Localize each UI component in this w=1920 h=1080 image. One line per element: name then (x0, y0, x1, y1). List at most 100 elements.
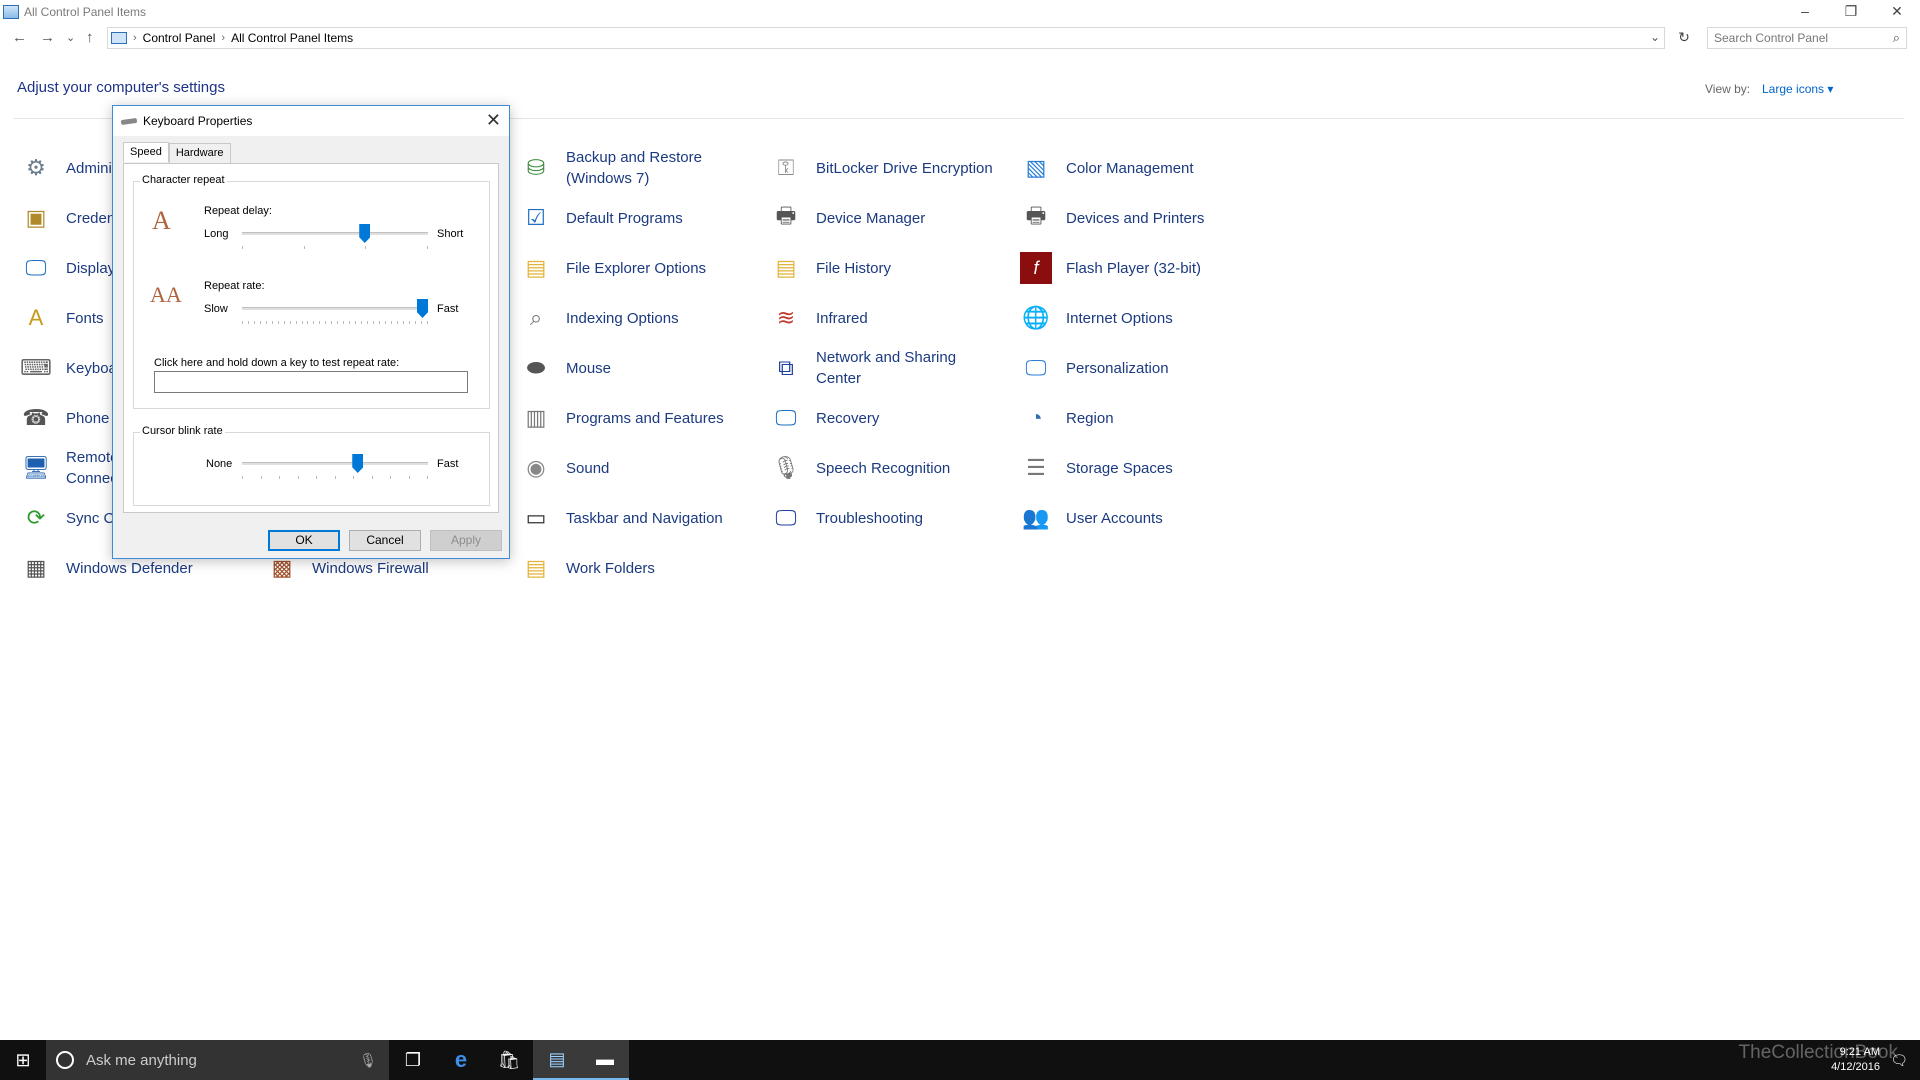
cp-item[interactable]: ◔ Region (1020, 398, 1113, 438)
color-management-icon: ▧ (1025, 155, 1047, 180)
apply-button[interactable]: Apply (430, 530, 502, 551)
slider-track (242, 232, 428, 235)
cp-item[interactable]: ▧ Color Management (1020, 148, 1194, 188)
repeat-delay-slider[interactable] (242, 224, 428, 249)
dialog-close-button[interactable]: ✕ (486, 110, 501, 131)
cp-item[interactable]: ▭ Taskbar and Navigation (520, 498, 723, 538)
back-button[interactable]: ← (12, 29, 27, 46)
store-icon[interactable]: 🛍 (485, 1040, 533, 1080)
credential-manager-icon: ▣ (25, 205, 47, 230)
test-repeat-input[interactable] (154, 371, 468, 393)
title-bar: All Control Panel Items – ❐ ✕ (0, 0, 1920, 24)
cp-item[interactable]: ⚿ BitLocker Drive Encryption (770, 148, 993, 188)
minimize-button[interactable]: – (1782, 0, 1828, 24)
cp-item-label: Color Management (1066, 159, 1194, 177)
cp-item[interactable]: ☰ Storage Spaces (1020, 448, 1173, 488)
cp-item[interactable]: ⟳ Sync C (20, 498, 115, 538)
sound-icon: ◉ (526, 455, 546, 480)
cp-item-label: Speech Recognition (816, 459, 951, 477)
slider-track (242, 307, 428, 310)
cp-item[interactable]: 🌐 Internet Options (1020, 298, 1172, 338)
cursor-blink-slider[interactable] (242, 454, 428, 479)
microphone-icon[interactable]: 🎙 (359, 1052, 377, 1069)
cp-item[interactable]: 🖵 Recovery (770, 398, 879, 438)
cp-item[interactable]: 🖵 Personalization (1020, 348, 1168, 388)
cp-item[interactable]: ☑ Default Programs (520, 198, 683, 238)
cp-item[interactable]: ▤ Work Folders (520, 548, 655, 588)
tab-hardware[interactable]: Hardware (168, 143, 231, 163)
display-icon: 🖵 (25, 255, 47, 280)
view-by-dropdown[interactable]: Large icons ▾ (1762, 82, 1833, 96)
keyboard-icon[interactable]: ▬ (581, 1040, 629, 1080)
breadcrumb-all-items[interactable]: All Control Panel Items (231, 31, 353, 45)
maximize-button[interactable]: ❐ (1828, 0, 1874, 24)
cp-item[interactable]: ⚙ Admini (20, 148, 112, 188)
cp-item[interactable]: 🖵 Troubleshooting (770, 498, 923, 538)
edge-icon[interactable]: e (437, 1040, 485, 1080)
cp-item[interactable]: ▥ Programs and Features (520, 398, 724, 438)
window-title: All Control Panel Items (24, 5, 147, 19)
cancel-button[interactable]: Cancel (349, 530, 421, 551)
dialog-title-bar: Keyboard Properties (113, 106, 509, 136)
address-bar[interactable]: › Control Panel › All Control Panel Item… (107, 27, 1665, 49)
control-panel-icon[interactable]: ▤ (533, 1040, 581, 1080)
cp-item[interactable]: ⌨ Keyboa (20, 348, 117, 388)
slider-thumb[interactable] (352, 454, 364, 473)
cp-item[interactable]: A Fonts (20, 298, 104, 338)
cp-item[interactable]: 🖥 Remote Connec (20, 448, 119, 488)
printer-icon: 🖶 (1025, 203, 1047, 228)
view-by-label: View by: (1705, 82, 1751, 96)
cp-item[interactable]: 👥 User Accounts (1020, 498, 1162, 538)
test-repeat-label: Click here and hold down a key to test r… (154, 357, 400, 369)
task-view-icon[interactable]: ❐ (389, 1040, 437, 1080)
cp-item[interactable]: ◉ Sound (520, 448, 609, 488)
group-title: Character repeat (140, 174, 227, 186)
network-icon: ⧉ (778, 355, 794, 380)
keyboard-icon (120, 117, 138, 125)
cp-item[interactable]: ⧉ Network and Sharing Center (770, 348, 976, 388)
tab-speed[interactable]: Speed (123, 142, 169, 162)
none-label: None (206, 458, 233, 470)
flash-icon: f (1020, 252, 1052, 284)
infrared-icon: ≋ (776, 305, 796, 330)
search-input[interactable]: Search Control Panel ⌕ (1707, 27, 1907, 49)
cp-item[interactable]: ≋ Infrared (770, 298, 868, 338)
recent-locations-button[interactable]: ⌄ (66, 31, 75, 44)
cp-item[interactable]: ▤ File History (770, 248, 891, 288)
short-label: Short (437, 228, 464, 240)
cp-item[interactable]: 🖶 Device Manager (770, 198, 926, 238)
slider-thumb[interactable] (359, 224, 371, 243)
cp-item[interactable]: 🖶 Devices and Printers (1020, 198, 1205, 238)
cp-item[interactable]: ⛁ Backup and Restore (Windows 7) (520, 148, 726, 188)
cp-item-label: Troubleshooting (816, 509, 924, 527)
cp-item[interactable]: 🎙 Speech Recognition (770, 448, 950, 488)
cp-item[interactable]: ☎ Phone (20, 398, 109, 438)
cp-item-label: Sync C (66, 509, 115, 527)
troubleshooting-icon: 🖵 (775, 505, 797, 530)
up-button[interactable]: ↑ (86, 29, 94, 46)
region-icon: ◔ (1029, 405, 1043, 430)
refresh-button[interactable]: ↻ (1674, 29, 1694, 49)
slider-thumb[interactable] (417, 299, 428, 318)
cp-item[interactable]: ▣ Creden (20, 198, 116, 238)
address-dropdown-button[interactable]: ⌄ (1650, 30, 1660, 44)
cp-item[interactable]: 🖵 Display (20, 248, 115, 288)
ok-button[interactable]: OK (268, 530, 340, 551)
cp-item[interactable]: ⬬ Mouse (520, 348, 611, 388)
cortana-search-box[interactable]: Ask me anything 🎙 (46, 1040, 389, 1080)
taskbar: ⊞ Ask me anything 🎙 ❐ e 🛍 ▤ ▬ 9:21 AM 4/… (0, 1040, 1920, 1080)
close-button[interactable]: ✕ (1874, 0, 1920, 24)
start-button[interactable]: ⊞ (0, 1040, 46, 1080)
cp-item[interactable]: f Flash Player (32-bit) (1020, 248, 1201, 288)
forward-button[interactable]: → (40, 29, 55, 46)
file-history-icon: ▤ (775, 255, 797, 280)
cp-item[interactable]: ⌕ Indexing Options (520, 298, 679, 338)
repeat-rate-slider[interactable] (242, 299, 428, 324)
page-title: Adjust your computer's settings (17, 79, 225, 96)
globe-icon: 🌐 (1022, 305, 1050, 330)
cp-item[interactable]: ▤ File Explorer Options (520, 248, 706, 288)
breadcrumb-control-panel[interactable]: Control Panel (143, 31, 216, 45)
dialog-title: Keyboard Properties (143, 114, 253, 128)
watermark: TheCollectionBook (1738, 1042, 1898, 1063)
cp-item-label: Backup and Restore (Windows 7) (566, 149, 702, 187)
